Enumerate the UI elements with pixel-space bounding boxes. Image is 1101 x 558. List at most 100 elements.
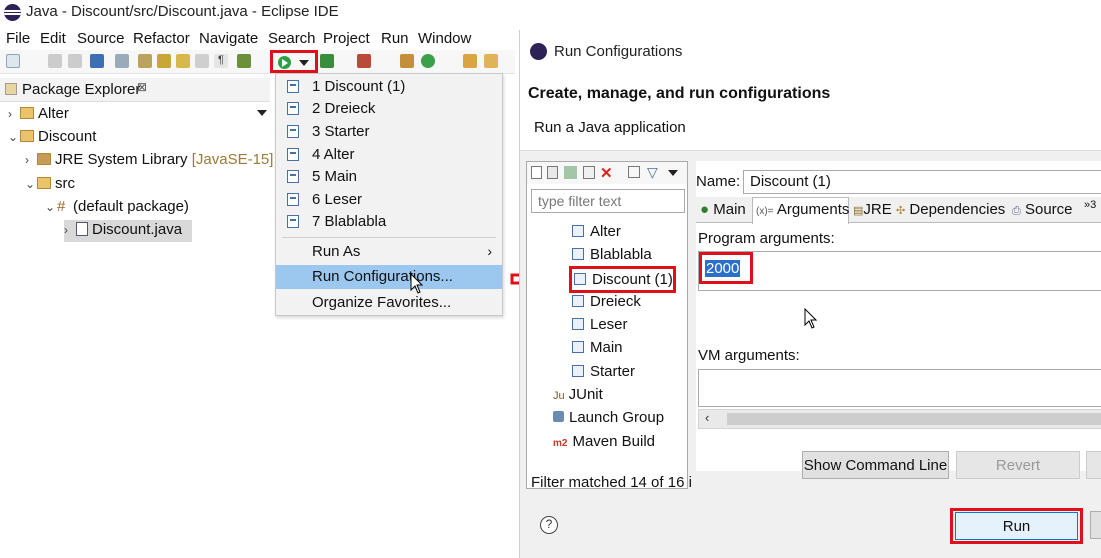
collapse-all-icon[interactable]	[628, 166, 640, 178]
run-icon[interactable]	[278, 56, 291, 69]
program-arguments-value[interactable]: 2000	[705, 260, 741, 277]
whitespace-icon[interactable]: ¶	[214, 54, 228, 68]
tree-item-src[interactable]: ⌄ src	[25, 175, 75, 192]
tree-item-default-package[interactable]: ⌄ # (default package)	[45, 198, 189, 215]
run-button-highlight[interactable]	[270, 50, 318, 73]
menu-navigate[interactable]: Navigate	[199, 30, 258, 47]
tree-item-discount[interactable]: ⌄ Discount	[8, 128, 96, 145]
help-icon[interactable]: ?	[540, 516, 558, 534]
new-prototype-icon[interactable]	[547, 166, 558, 179]
java-app-icon	[574, 273, 586, 285]
chevron-down-icon[interactable]: ⌄	[45, 200, 57, 214]
menu-run[interactable]: Run	[381, 30, 409, 47]
menu-source[interactable]: Source	[77, 30, 125, 47]
view-menu-icon[interactable]	[668, 170, 678, 176]
package-explorer-tab[interactable]: Package Explorer ⊠	[0, 78, 270, 102]
new-java-project-icon[interactable]	[400, 54, 414, 68]
tab-arguments[interactable]: (x)= Arguments	[756, 201, 849, 218]
filter-icon[interactable]: ▽	[647, 164, 658, 181]
toggle-block-icon[interactable]	[176, 54, 190, 68]
menu-file[interactable]: File	[6, 30, 30, 47]
config-label: Blablabla	[590, 246, 652, 263]
save-all-icon[interactable]	[68, 54, 82, 68]
menu-search[interactable]: Search	[268, 30, 316, 47]
config-label: Main	[590, 339, 623, 356]
chevron-down-icon[interactable]: ⌄	[25, 177, 37, 191]
config-item-discount[interactable]: Discount (1)	[569, 266, 676, 293]
save-icon[interactable]	[48, 54, 62, 68]
new-config-icon[interactable]	[531, 166, 542, 179]
menu-item-favorite-4[interactable]: 4 Alter	[276, 144, 502, 166]
show-command-line-button[interactable]: Show Command Line	[802, 451, 949, 479]
config-item-dreieck[interactable]: Dreieck	[572, 293, 641, 310]
menu-refactor[interactable]: Refactor	[133, 30, 190, 47]
tab-overflow[interactable]: »3	[1084, 199, 1096, 211]
apply-button[interactable]	[1086, 451, 1101, 479]
delete-icon[interactable]: ✕	[600, 164, 613, 182]
category-junit[interactable]: Ju JUnit	[553, 386, 603, 403]
scrollbar-thumb[interactable]	[727, 413, 1101, 425]
run-button[interactable]: Run	[955, 512, 1078, 540]
config-item-leser[interactable]: Leser	[572, 316, 628, 333]
menu-item-favorite-7[interactable]: 7 Blablabla	[276, 211, 502, 233]
tab-main[interactable]: ● Main	[700, 201, 746, 218]
run-dropdown-icon[interactable]	[299, 60, 309, 66]
tree-item-alter[interactable]: › Alter	[8, 105, 69, 122]
type-hierarchy-icon[interactable]	[138, 54, 152, 68]
menu-window[interactable]: Window	[418, 30, 471, 47]
menu-item-favorite-5[interactable]: 5 Main	[276, 166, 502, 188]
word-wrap-icon[interactable]	[195, 54, 209, 68]
horizontal-scrollbar[interactable]: ‹	[698, 409, 1101, 429]
tab-jre[interactable]: ▤JRE	[853, 201, 892, 218]
menu-item-organize-favorites[interactable]: Organize Favorites...	[276, 292, 502, 314]
name-field[interactable]: Discount (1)	[743, 170, 1101, 194]
dialog-subheading: Run a Java application	[534, 119, 686, 136]
category-launch-group[interactable]: Launch Group	[553, 409, 664, 426]
package-explorer-title: Package Explorer	[22, 81, 141, 98]
tree-item-jre[interactable]: › JRE System Library [JavaSE-15]	[25, 151, 273, 168]
config-item-blablabla[interactable]: Blablabla	[572, 246, 652, 263]
mark-occurrences-icon[interactable]	[157, 54, 171, 68]
new-icon[interactable]	[6, 54, 20, 68]
tab-source[interactable]: ⎙ Source	[1012, 201, 1073, 218]
new-class-icon[interactable]	[421, 54, 435, 68]
category-maven-build[interactable]: m2 Maven Build	[553, 433, 655, 450]
tree-item-discount-java[interactable]: › Discount.java	[64, 220, 192, 242]
revert-button[interactable]: Revert	[956, 451, 1080, 479]
coverage-icon[interactable]	[320, 54, 334, 68]
chevron-right-icon[interactable]: ›	[25, 153, 37, 167]
open-type-icon[interactable]	[463, 54, 477, 68]
config-item-starter[interactable]: Starter	[572, 363, 635, 380]
menu-edit[interactable]: Edit	[40, 30, 66, 47]
duplicate-icon[interactable]	[583, 166, 595, 179]
search-icon[interactable]	[484, 54, 498, 68]
external-tools-icon[interactable]	[357, 54, 371, 68]
debug-dropdown-icon[interactable]	[257, 110, 267, 116]
tab-dependencies[interactable]: ✣ Dependencies	[896, 201, 1005, 218]
chevron-down-icon[interactable]: ⌄	[8, 130, 20, 144]
terminal-icon[interactable]	[90, 54, 104, 68]
menu-item-favorite-3[interactable]: 3 Starter	[276, 121, 502, 143]
source-tab-icon: ⎙	[1012, 205, 1021, 217]
config-label: Leser	[590, 316, 628, 333]
config-item-alter[interactable]: Alter	[572, 223, 621, 240]
menu-item-favorite-6[interactable]: 6 Leser	[276, 189, 502, 211]
menu-item-run-configurations[interactable]: Run Configurations...	[276, 265, 502, 289]
chevron-right-icon[interactable]: ›	[64, 223, 76, 237]
skip-breakpoints-icon[interactable]	[115, 54, 129, 68]
filter-input[interactable]: type filter text	[531, 189, 685, 213]
menu-item-favorite-1[interactable]: 1 Discount (1)	[276, 76, 502, 98]
menu-project[interactable]: Project	[323, 30, 370, 47]
debug-icon[interactable]	[237, 54, 251, 68]
program-arguments-input[interactable]: 2000	[698, 251, 1101, 291]
scroll-left-icon[interactable]: ‹	[705, 410, 709, 425]
config-item-main[interactable]: Main	[572, 339, 623, 356]
menu-item-run-as[interactable]: Run As ›	[276, 241, 502, 263]
vm-arguments-input[interactable]	[698, 369, 1101, 407]
chevron-right-icon[interactable]: ›	[8, 107, 20, 121]
close-button[interactable]	[1090, 511, 1101, 539]
close-icon[interactable]: ⊠	[137, 80, 147, 94]
eclipse-window: Java - Discount/src/Discount.java - Ecli…	[0, 0, 515, 558]
export-icon[interactable]	[564, 166, 577, 179]
menu-item-favorite-2[interactable]: 2 Dreieck	[276, 98, 502, 120]
